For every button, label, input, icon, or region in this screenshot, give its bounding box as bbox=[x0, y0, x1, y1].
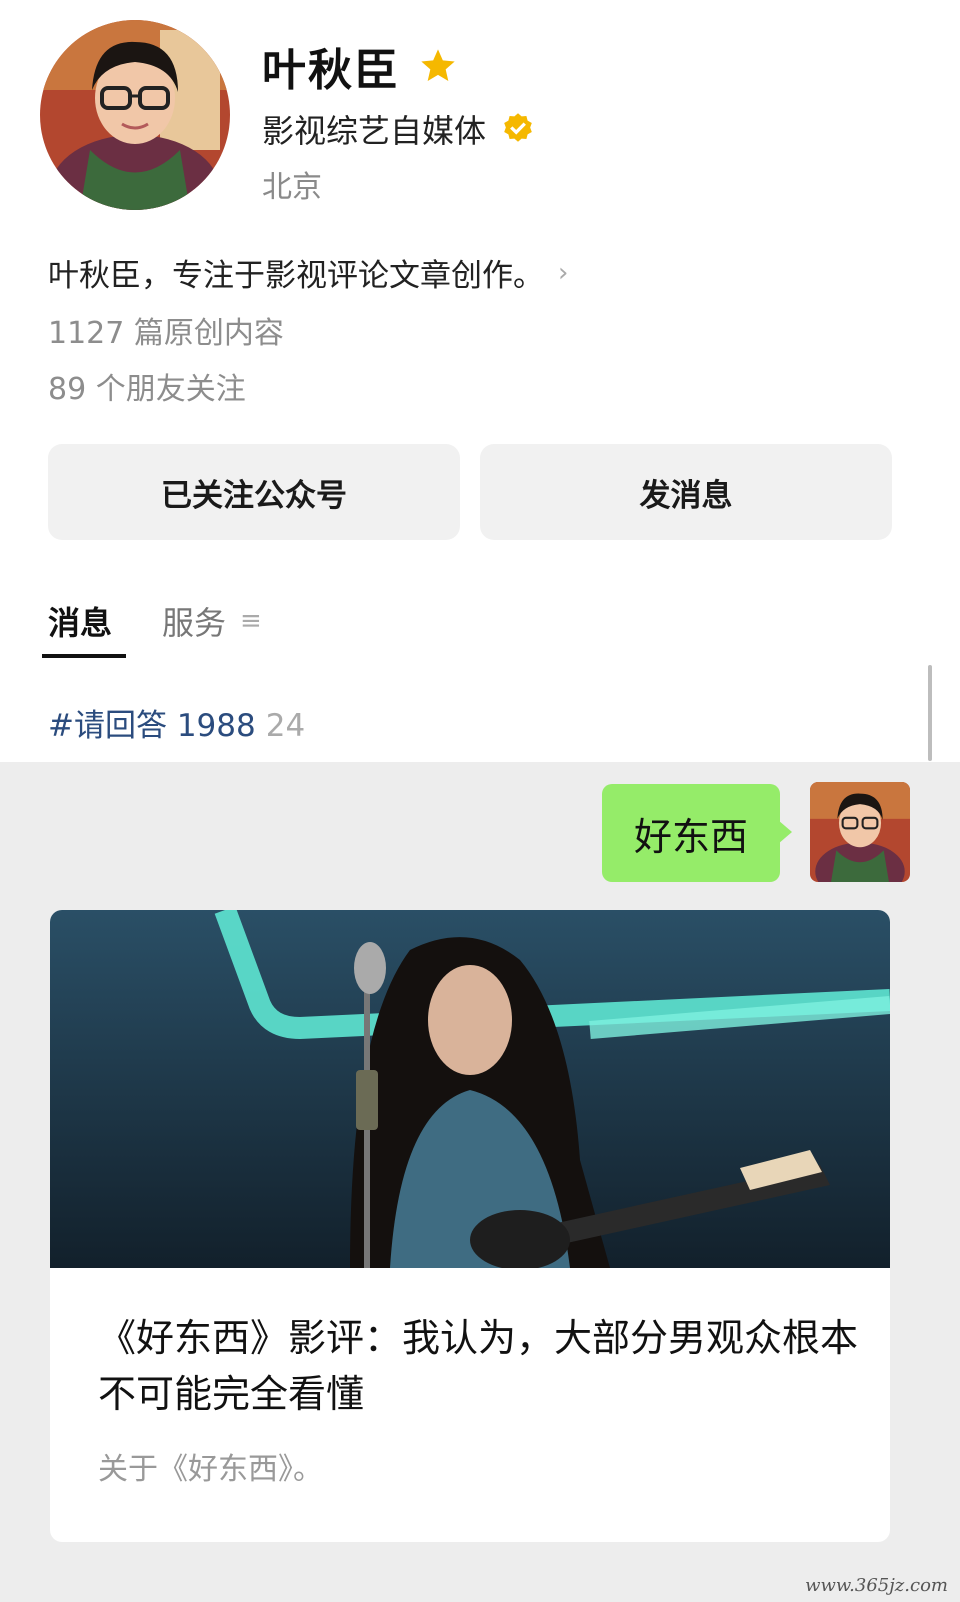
chat-area: 好东西 《好东西》影评：我认为，大部分男观众根本不可能完全看懂 关于《好东西》。… bbox=[0, 762, 960, 1602]
sender-avatar[interactable] bbox=[810, 782, 910, 882]
hashtag-row[interactable]: #请回答 1988 24 bbox=[48, 700, 305, 745]
article-description: 关于《好东西》。 bbox=[98, 1452, 323, 1487]
followed-account-button[interactable]: 已关注公众号 bbox=[48, 444, 460, 540]
hashtag-count: 24 bbox=[265, 708, 306, 744]
active-tab-indicator bbox=[42, 654, 126, 658]
account-intro[interactable]: 叶秋臣，专注于影视评论文章创作。 › bbox=[48, 250, 568, 295]
tab-bar: 消息 服务 ≡ bbox=[48, 598, 262, 644]
article-card[interactable]: 《好东西》影评：我认为，大部分男观众根本不可能完全看懂 关于《好东西》。 bbox=[50, 910, 890, 1542]
account-category-row: 影视综艺自媒体 bbox=[262, 106, 536, 152]
sent-message-bubble[interactable]: 好东西 bbox=[601, 784, 793, 882]
friends-following-count[interactable]: 89 个朋友关注 bbox=[48, 364, 246, 408]
intro-text: 叶秋臣，专注于影视评论文章创作。 bbox=[48, 258, 544, 294]
send-message-button[interactable]: 发消息 bbox=[480, 444, 892, 540]
chevron-right-icon: › bbox=[558, 257, 569, 288]
tab-services[interactable]: 服务 bbox=[162, 598, 226, 644]
hashtag-label: #请回答 1988 bbox=[48, 708, 256, 744]
avatar[interactable] bbox=[40, 20, 230, 210]
account-name-row: 叶秋臣 bbox=[262, 34, 458, 98]
avatar-image bbox=[40, 20, 230, 210]
account-category: 影视综艺自媒体 bbox=[262, 112, 487, 150]
tab-messages[interactable]: 消息 bbox=[48, 598, 112, 644]
article-cover-image bbox=[50, 910, 890, 1268]
sender-avatar-image bbox=[810, 782, 910, 882]
article-title: 《好东西》影评：我认为，大部分男观众根本不可能完全看懂 bbox=[98, 1316, 859, 1416]
account-profile-page: 叶秋臣 影视综艺自媒体 北京 叶秋臣，专注于影视评论文章创作。 › 1127 篇… bbox=[0, 0, 960, 1602]
star-icon[interactable] bbox=[418, 46, 458, 86]
original-content-count[interactable]: 1127 篇原创内容 bbox=[48, 308, 284, 352]
watermark: www.365jz.com bbox=[805, 1575, 948, 1596]
scrollbar[interactable] bbox=[928, 665, 932, 761]
account-name: 叶秋臣 bbox=[262, 45, 400, 96]
account-location: 北京 bbox=[262, 170, 322, 205]
verified-badge-icon bbox=[504, 113, 532, 142]
menu-icon[interactable]: ≡ bbox=[240, 606, 262, 636]
